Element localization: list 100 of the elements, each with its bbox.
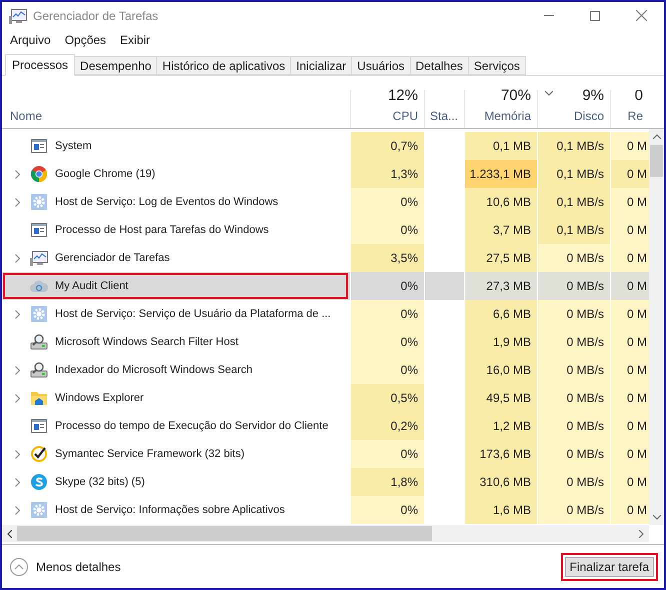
table-cell: 0,1 MB/s — [537, 160, 610, 188]
table-cell: 0 MB/s — [537, 272, 610, 300]
table-cell: 0% — [350, 328, 424, 356]
expand-chevron-icon[interactable] — [14, 254, 20, 262]
expand-chevron-icon[interactable] — [14, 450, 20, 458]
table-cell: 16,0 MB — [464, 356, 537, 384]
table-cell: 0 MB/s — [537, 440, 610, 468]
selected-row[interactable]: My Audit Client 0% 27,3 MB 0 MB/s 0 M — [2, 272, 649, 300]
cloud-icon — [30, 279, 48, 293]
tab[interactable]: Histórico de aplicativos — [157, 56, 292, 75]
table-cell: 0,1 MB — [464, 132, 537, 160]
table-cell: 0 M — [610, 496, 649, 524]
table-cell: 0 MB/s — [537, 244, 610, 272]
monitor-icon — [30, 250, 48, 266]
collapse-icon[interactable] — [10, 558, 28, 576]
scroll-up-icon — [652, 134, 660, 139]
table-cell: 0% — [350, 216, 424, 244]
scroll-right-icon — [639, 530, 644, 538]
table-cell: 1,8% — [350, 468, 424, 496]
table-cell: 27,3 MB — [464, 272, 537, 300]
circle-icon — [31, 166, 47, 182]
scroll-thumb[interactable] — [17, 526, 432, 541]
gear-icon — [31, 194, 47, 210]
column-header[interactable]: Re — [628, 107, 643, 125]
column-header[interactable]: Nome — [10, 107, 350, 125]
window-icon — [31, 223, 47, 237]
table-cell: 0 M — [610, 440, 649, 468]
scroll-thumb[interactable] — [650, 145, 663, 177]
window-icon — [31, 139, 47, 153]
column-header[interactable]: Sta... — [430, 107, 458, 125]
expand-chevron-icon[interactable] — [14, 366, 20, 374]
vertical-scrollbar[interactable] — [649, 129, 664, 525]
process-name: Google Chrome (19) — [55, 166, 156, 182]
table-cell: 0 M — [610, 468, 649, 496]
close-icon — [636, 10, 646, 21]
table-cell: 0 M — [610, 244, 649, 272]
process-name: Skype (32 bits) (5) — [55, 474, 145, 490]
menu-item[interactable]: Opções — [58, 31, 112, 49]
table-cell: 0 M — [610, 384, 649, 412]
table-cell: 1,2 MB — [464, 412, 537, 440]
table-cell: 49,5 MB — [464, 384, 537, 412]
table-cell: 1,3% — [350, 160, 424, 188]
table-cell: 1,6 MB — [464, 496, 537, 524]
tab[interactable]: Usuários — [352, 56, 411, 75]
gear-icon — [31, 306, 47, 322]
magnifier-icon — [30, 334, 48, 350]
expand-chevron-icon[interactable] — [14, 506, 20, 514]
horizontal-scrollbar[interactable] — [2, 525, 649, 542]
process-name: Microsoft Windows Search Filter Host — [55, 334, 238, 350]
table-cell: 310,6 MB — [464, 468, 537, 496]
table-cell: 0,1 MB/s — [537, 132, 610, 160]
table-cell: 0 M — [610, 132, 649, 160]
table-cell: 0 M — [610, 272, 649, 300]
magnifier-icon — [30, 362, 48, 378]
column-header[interactable]: Disco — [574, 107, 604, 125]
process-name: Symantec Service Framework (32 bits) — [55, 446, 244, 462]
table-cell: 0 M — [610, 160, 649, 188]
scroll-down-icon — [652, 515, 660, 520]
menu-item[interactable]: Arquivo — [4, 31, 57, 49]
table-cell: 3,7 MB — [464, 216, 537, 244]
table-cell: 0,1 MB/s — [537, 216, 610, 244]
table-cell: 10,6 MB — [464, 188, 537, 216]
table-cell: 1.233,1 MB — [464, 160, 537, 188]
tab[interactable]: Inicializar — [291, 56, 352, 75]
process-name: Processo de Host para Tarefas do Windows — [55, 222, 269, 238]
minimize-icon — [544, 15, 554, 16]
table-cell: 0 M — [610, 356, 649, 384]
less-details-link[interactable]: Menos detalhes — [36, 558, 121, 576]
expand-chevron-icon[interactable] — [14, 310, 20, 318]
expand-chevron-icon[interactable] — [14, 394, 20, 402]
table-cell: 173,6 MB — [464, 440, 537, 468]
expand-chevron-icon[interactable] — [14, 170, 20, 178]
column-header[interactable]: CPU — [392, 107, 418, 125]
process-name: Indexador do Microsoft Windows Search — [55, 362, 252, 378]
table-cell: 0 MB/s — [537, 356, 610, 384]
window-icon — [31, 419, 47, 433]
table-cell: 0 M — [610, 188, 649, 216]
expand-chevron-icon[interactable] — [14, 198, 20, 206]
table-cell: 0 MB/s — [537, 412, 610, 440]
table-cell: 0 MB/s — [537, 328, 610, 356]
table-cell: 0% — [350, 440, 424, 468]
tab[interactable]: Processos — [5, 54, 76, 76]
menu-item[interactable]: Exibir — [114, 31, 156, 49]
end-task-button[interactable]: Finalizar tarefa — [564, 556, 654, 576]
table-cell: 0 M — [610, 328, 649, 356]
scroll-left-icon — [7, 530, 12, 538]
table-cell: 0 MB/s — [537, 300, 610, 328]
process-name: System — [55, 138, 92, 154]
column-header[interactable]: Memória — [484, 107, 531, 125]
tab[interactable]: Detalhes — [410, 56, 469, 75]
process-name: Host de Serviço: Serviço de Usuário da Plataforma de ... — [55, 306, 331, 322]
process-name: Host de Serviço: Informações sobre Aplicativos — [55, 502, 285, 518]
table-cell: 0 MB/s — [537, 468, 610, 496]
table-cell: 0% — [350, 300, 424, 328]
process-name: Host de Serviço: Log de Eventos do Windows — [55, 194, 278, 210]
tab[interactable]: Desempenho — [75, 56, 158, 75]
table-cell: 0 M — [610, 412, 649, 440]
maximize-icon — [590, 10, 600, 20]
tab[interactable]: Serviços — [468, 56, 526, 75]
expand-chevron-icon[interactable] — [14, 478, 20, 486]
